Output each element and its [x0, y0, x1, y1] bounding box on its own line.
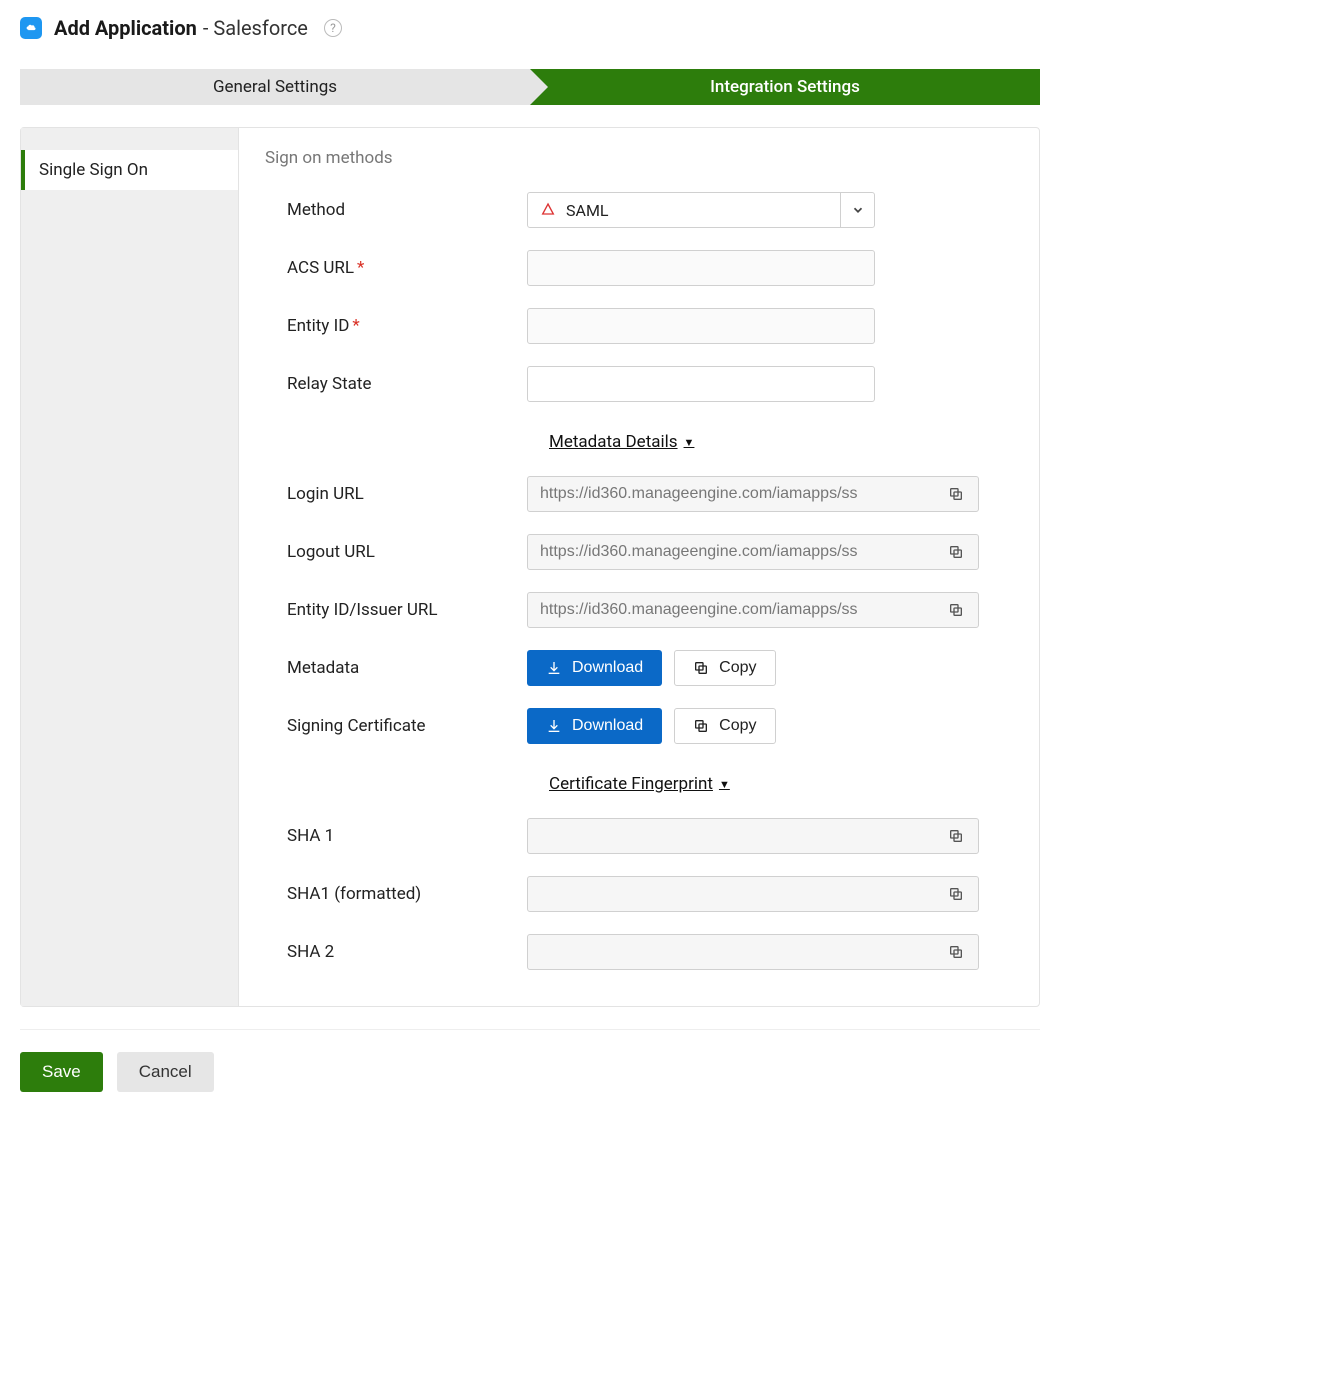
sha2-input[interactable] [528, 935, 934, 969]
label-signing-cert: Signing Certificate [265, 716, 527, 736]
caret-down-icon: ▼ [684, 436, 695, 449]
chevron-down-icon [840, 193, 874, 227]
label-issuer-url: Entity ID/Issuer URL [265, 600, 527, 620]
label-method: Method [265, 200, 527, 220]
settings-card: Single Sign On Sign on methods Method SA… [20, 127, 1040, 1007]
sha1-fmt-field [527, 876, 979, 912]
form-footer: Save Cancel [20, 1029, 1040, 1092]
section-title: Sign on methods [265, 148, 1013, 168]
label-login-url: Login URL [265, 484, 527, 504]
copy-metadata-button[interactable]: Copy [674, 650, 775, 686]
sha1-input[interactable] [528, 819, 934, 853]
copy-icon [693, 718, 709, 734]
label-acs-url: ACS URL* [265, 258, 527, 278]
copy-logout-url-button[interactable] [934, 535, 978, 569]
copy-sha1-fmt-button[interactable] [934, 877, 978, 911]
save-button[interactable]: Save [20, 1052, 103, 1092]
copy-sha1-button[interactable] [934, 819, 978, 853]
copy-cert-button[interactable]: Copy [674, 708, 775, 744]
sha1-fmt-input[interactable] [528, 877, 934, 911]
label-sha2: SHA 2 [265, 942, 527, 962]
copy-icon [948, 544, 964, 560]
wizard-stepper: General Settings Integration Settings [20, 69, 1040, 105]
label-logout-url: Logout URL [265, 542, 527, 562]
label-entity-id: Entity ID* [265, 316, 527, 336]
page-header: Add Application - Salesforce ? [20, 10, 1040, 55]
settings-main: Sign on methods Method SAML [239, 128, 1039, 1006]
method-select[interactable]: SAML [527, 192, 875, 228]
salesforce-icon [20, 17, 42, 39]
copy-login-url-button[interactable] [934, 477, 978, 511]
copy-issuer-url-button[interactable] [934, 593, 978, 627]
copy-icon [948, 486, 964, 502]
help-icon[interactable]: ? [324, 19, 342, 37]
login-url-input[interactable] [528, 477, 934, 511]
page-title: Add Application - Salesforce [54, 16, 308, 40]
acs-url-input[interactable] [527, 250, 875, 286]
login-url-field [527, 476, 979, 512]
sha2-field [527, 934, 979, 970]
cancel-button[interactable]: Cancel [117, 1052, 214, 1092]
issuer-url-input[interactable] [528, 593, 934, 627]
logout-url-input[interactable] [528, 535, 934, 569]
copy-sha2-button[interactable] [934, 935, 978, 969]
download-cert-button[interactable]: Download [527, 708, 662, 744]
caret-down-icon: ▼ [719, 778, 730, 791]
saml-icon [540, 202, 556, 218]
method-select-value: SAML [566, 201, 609, 220]
cert-fingerprint-toggle[interactable]: Certificate Fingerprint ▼ [549, 774, 730, 794]
metadata-details-toggle[interactable]: Metadata Details ▼ [549, 432, 694, 452]
settings-sidebar: Single Sign On [21, 128, 239, 1006]
sha1-field [527, 818, 979, 854]
label-sha1: SHA 1 [265, 826, 527, 846]
copy-icon [948, 944, 964, 960]
copy-icon [948, 602, 964, 618]
step-general-settings[interactable]: General Settings [20, 69, 530, 105]
copy-icon [693, 660, 709, 676]
sidebar-item-sso[interactable]: Single Sign On [21, 150, 238, 190]
download-metadata-button[interactable]: Download [527, 650, 662, 686]
download-icon [546, 718, 562, 734]
label-relay-state: Relay State [265, 374, 527, 394]
logout-url-field [527, 534, 979, 570]
entity-id-input[interactable] [527, 308, 875, 344]
relay-state-input[interactable] [527, 366, 875, 402]
copy-icon [948, 886, 964, 902]
issuer-url-field [527, 592, 979, 628]
copy-icon [948, 828, 964, 844]
step-integration-settings[interactable]: Integration Settings [530, 69, 1040, 105]
label-sha1-fmt: SHA1 (formatted) [265, 884, 527, 904]
download-icon [546, 660, 562, 676]
label-metadata: Metadata [265, 658, 527, 678]
